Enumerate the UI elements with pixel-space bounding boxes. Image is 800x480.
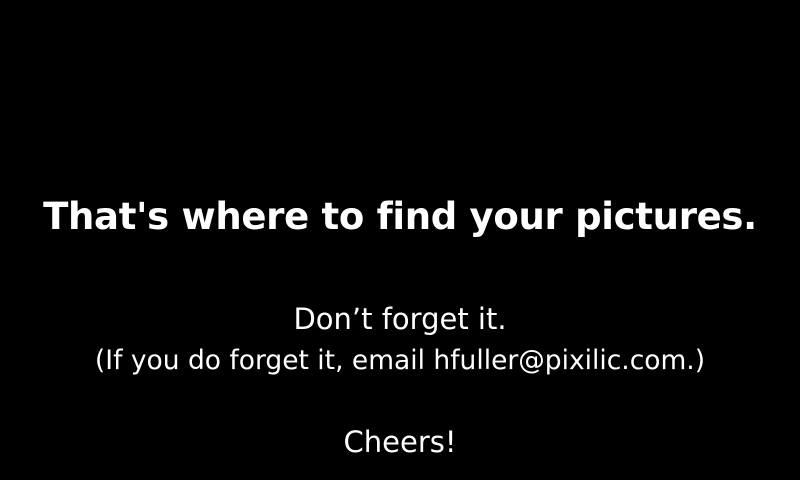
signoff-text: Cheers! — [343, 425, 457, 459]
fallback-email-text: (If you do forget it, email hfuller@pixi… — [94, 345, 706, 376]
message-screen: That's where to find your pictures. Don’… — [0, 0, 800, 480]
reminder-text: Don’t forget it. — [293, 302, 507, 336]
headline: That's where to find your pictures. — [43, 195, 757, 238]
